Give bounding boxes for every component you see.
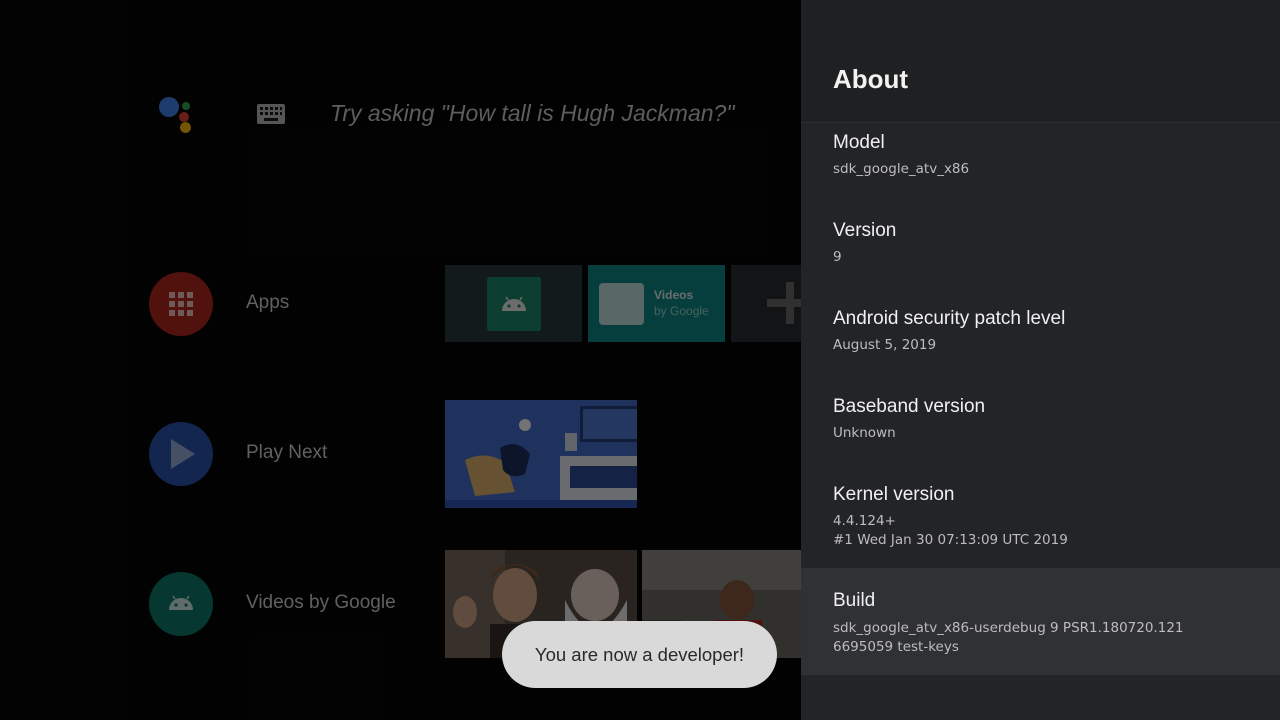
toast-message: You are now a developer! [502,621,777,688]
panel-header: About [801,0,1280,123]
toast-text: You are now a developer! [534,643,745,665]
about-item-kernel[interactable]: Kernel version 4.4.124+ #1 Wed Jan 30 07… [801,475,1280,565]
plus-icon [767,282,801,324]
item-value-line1: 4.4.124+ [833,513,896,529]
android-icon[interactable] [149,572,213,636]
about-item-security-patch[interactable]: Android security patch level August 5, 2… [801,299,1280,379]
item-title: Version [833,220,897,241]
android-icon [502,296,526,311]
assistant-prompt-text[interactable]: Try asking "How tall is Hugh Jackman?" [330,100,735,127]
film-icon [599,283,644,325]
item-value-line1: sdk_google_atv_x86-userdebug 9 PSR1.1807… [833,620,1184,636]
item-value-line2: 6695059 test-keys [833,639,959,655]
row-label-videos-by-google[interactable]: Videos by Google [246,592,396,614]
about-item-model[interactable]: Model sdk_google_atv_x86 [801,123,1280,203]
about-item-version[interactable]: Version 9 [801,211,1280,291]
app-tile-android[interactable] [445,265,582,342]
item-value: Unknown [833,425,896,441]
play-icon[interactable] [149,422,213,486]
item-value: 9 [833,249,842,265]
play-next-tile[interactable] [445,400,637,508]
app-tile-videos-by-google[interactable]: Videos by Google [588,265,725,342]
row-label-apps[interactable]: Apps [246,292,289,314]
about-item-baseband[interactable]: Baseband version Unknown [801,387,1280,467]
home-screen: Try asking "How tall is Hugh Jackman?" A… [0,0,801,720]
item-title: Baseband version [833,396,986,417]
videos-tile-line1: Videos [654,288,694,302]
item-title: Kernel version [833,484,955,505]
about-item-build[interactable]: Build sdk_google_atv_x86-userdebug 9 PSR… [801,568,1280,675]
about-settings-panel: About Model sdk_google_atv_x86 Version 9… [801,0,1280,720]
keyboard-icon[interactable] [257,104,285,129]
row-label-play-next[interactable]: Play Next [246,442,327,464]
apps-grid-icon[interactable] [149,272,213,336]
item-value: August 5, 2019 [833,337,937,353]
page-title: About [833,64,909,94]
item-title: Android security patch level [833,308,1066,329]
app-tile-add[interactable] [731,265,801,342]
item-title: Model [833,132,885,153]
item-value: sdk_google_atv_x86 [833,161,970,177]
item-title: Build [833,590,876,611]
google-assistant-icon[interactable] [156,94,202,134]
videos-tile-line2: by Google [654,304,709,318]
item-value-line2: #1 Wed Jan 30 07:13:09 UTC 2019 [833,532,1068,548]
